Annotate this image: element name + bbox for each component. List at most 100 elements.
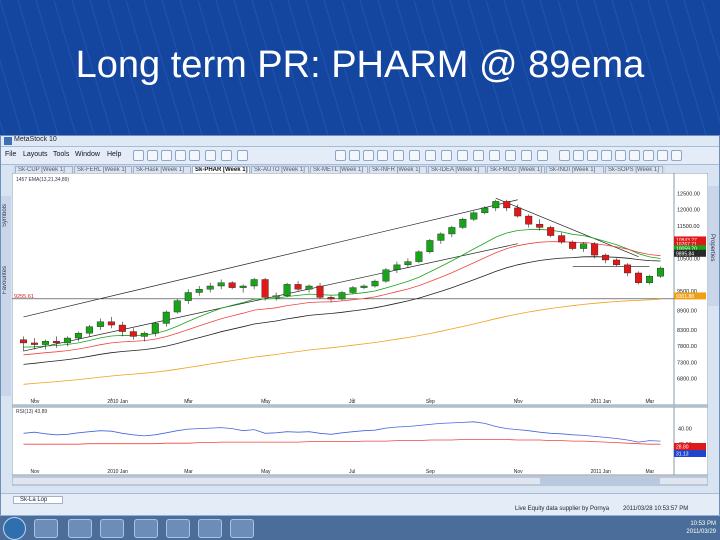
toolbar-button-icon[interactable] [409,150,420,161]
candle-body [459,219,467,228]
candle-body [151,323,159,334]
indicator-label: RSI(13) 43.89 [16,409,47,415]
candle-body [19,339,27,344]
word-icon[interactable] [34,519,58,538]
candle-body [261,279,269,298]
x-tick-label: Mar [184,399,193,405]
candle-body [107,321,115,326]
candle-body [316,285,324,298]
toolbar-button-icon[interactable] [601,150,612,161]
toolbar-button-icon[interactable] [393,150,404,161]
toolbar-button-icon[interactable] [349,150,360,161]
candle-body [470,212,478,220]
toolbar-button-icon[interactable] [505,150,516,161]
files-icon[interactable] [230,519,254,538]
candle [173,299,181,314]
sidebar-properties[interactable]: Properties [709,234,715,261]
candle-body [624,264,632,274]
toolbar-button-icon[interactable] [473,150,484,161]
candle-body [360,285,368,288]
toolbar-button-icon[interactable] [363,150,374,161]
candle-body [382,269,390,282]
explorer-folder-icon[interactable] [68,519,92,538]
skype-icon[interactable] [166,519,190,538]
toolbar-button-icon[interactable] [615,150,626,161]
toolbar-button-icon[interactable] [657,150,668,161]
toolbar-button-icon[interactable] [175,150,186,161]
windows-taskbar: 10:53 PM 2011/03/29 [0,515,720,540]
candle [382,268,390,283]
toolbar-button-icon[interactable] [489,150,500,161]
x-tick-label: 2010 Jan [107,469,128,475]
sidebar-symbols[interactable]: Symbols [2,204,8,227]
media-player-icon[interactable] [100,519,124,538]
scrollbar-thumb [540,478,660,484]
toolbar-button-icon[interactable] [559,150,570,161]
candle-body [118,324,126,332]
menu-window[interactable]: Window [75,151,100,158]
candle-body [239,285,247,288]
candle [470,211,478,221]
toolbar-button-icon[interactable] [237,150,248,161]
menu-layouts[interactable]: Layouts [23,151,48,158]
y-tick-label: 12000.00 [677,208,700,214]
price-badge-label: 9301.88 [676,294,694,300]
sidebar-favourites[interactable]: Favourites [2,266,8,294]
y-tick-label: 7300.00 [677,360,697,366]
toolbar-button-icon[interactable] [587,150,598,161]
candle-body [30,342,38,345]
toolbar-button-icon[interactable] [189,150,200,161]
candle-body [327,297,335,300]
layout-tab[interactable]: Sk-La Lop [13,496,63,504]
candle [261,277,269,301]
candle-body [52,341,60,344]
y-tick-label: 6800.00 [677,377,697,383]
toolbar-button-icon[interactable] [643,150,654,161]
x-tick-label: Mar [184,469,193,475]
menu-help[interactable]: Help [107,151,121,158]
candle-body [404,261,412,266]
toolbar-button-icon[interactable] [573,150,584,161]
toolbar-button-icon[interactable] [629,150,640,161]
start-button-icon[interactable] [3,517,26,540]
clock-date: 2011/03/29 [686,529,716,535]
candle-body [206,285,214,290]
toolbar-button-icon[interactable] [457,150,468,161]
candle-body [129,331,137,337]
candle-body [228,282,236,288]
candle-body [184,292,192,301]
toolbar-button-icon[interactable] [537,150,548,161]
candle-body [635,272,643,283]
candle-body [371,280,379,287]
candle-body [173,300,181,313]
candle-body [283,284,291,296]
price-chart[interactable]: 1457 EMA(13,21,34,89) 12500.00 12000.00 115… [12,173,708,495]
x-tick-label: Nov [514,399,523,405]
candle [635,271,643,285]
paint-icon[interactable] [134,519,158,538]
candle-body [415,251,423,262]
toolbar-button-icon[interactable] [425,150,436,161]
toolbar-button-icon[interactable] [521,150,532,161]
x-tick-label: Nov [30,399,39,405]
candle-body [437,233,445,241]
system-clock[interactable]: 10:53 PM 2011/03/29 [676,520,716,536]
indicator-axis-panel [673,406,708,476]
metastock-icon[interactable] [198,519,222,538]
toolbar-button-icon[interactable] [441,150,452,161]
symbol-label: 1457 EMA(13,21,34,89) [16,177,69,183]
toolbar-button-icon[interactable] [147,150,158,161]
candle-body [96,321,104,327]
toolbar-button-icon[interactable] [133,150,144,161]
toolbar-button-icon[interactable] [205,150,216,161]
menu-tools[interactable]: Tools [53,151,69,158]
toolbar-button-icon[interactable] [671,150,682,161]
candle [283,282,291,298]
toolbar-button-icon[interactable] [161,150,172,161]
toolbar-button-icon[interactable] [335,150,346,161]
data-source-text: Live Equity data supplier by Pornya [515,506,610,512]
toolbar-button-icon[interactable] [221,150,232,161]
toolbar-button-icon[interactable] [377,150,388,161]
candle-body [41,341,49,345]
menu-file[interactable]: File [5,151,16,158]
